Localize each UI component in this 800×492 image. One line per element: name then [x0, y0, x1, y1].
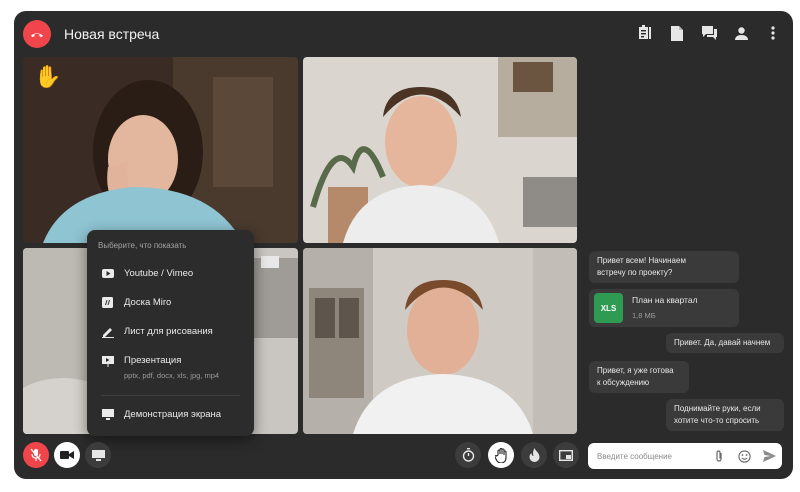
timer-button[interactable]: [455, 442, 481, 468]
share-option-presentation[interactable]: Презентация pptx, pdf, docx, xls, jpg, m…: [101, 355, 219, 380]
video-tile-participant-2[interactable]: [303, 57, 577, 243]
video-tile-participant-4[interactable]: [303, 248, 577, 434]
mic-off-icon: [30, 448, 42, 462]
chat-message-line: к обсуждению: [597, 378, 650, 387]
mic-toggle-button[interactable]: [23, 442, 49, 468]
end-call-icon: [31, 33, 43, 38]
share-option-label: Презентация: [124, 355, 182, 366]
meeting-title: Новая встреча: [64, 26, 160, 42]
end-call-button[interactable]: [23, 20, 51, 48]
participant-1-video: [23, 57, 298, 243]
share-option-label: Youtube / Vimeo: [124, 268, 194, 279]
share-menu-heading: Выберите, что показать: [98, 241, 187, 250]
meeting-window: Новая встреча ✋ Выберите, что показать Y…: [14, 11, 793, 479]
header-toolbar: [637, 24, 781, 42]
board-icon: [101, 296, 114, 309]
reactions-button[interactable]: [521, 442, 547, 468]
share-option-miro[interactable]: Доска Miro: [101, 297, 171, 309]
share-option-label: Демонстрация экрана: [124, 409, 222, 420]
share-option-youtube[interactable]: Youtube / Vimeo: [101, 268, 193, 280]
timer-icon: [462, 448, 474, 462]
person-icon[interactable]: [733, 24, 749, 42]
camera-toggle-button[interactable]: [54, 442, 80, 468]
chat-message-4: Привет, я уже готова к обсуждению: [589, 361, 689, 393]
monitor-icon: [101, 408, 114, 421]
chat-file-attachment[interactable]: XLS План на квартал 1,8 МБ: [589, 289, 739, 327]
more-vert-icon[interactable]: [765, 24, 781, 42]
share-content-menu: Выберите, что показать Youtube / Vimeo Д…: [87, 230, 254, 436]
raised-hand-badge: ✋: [34, 64, 62, 89]
chat-message-input[interactable]: [595, 447, 705, 465]
video-tile-participant-1[interactable]: ✋: [23, 57, 298, 243]
chat-message-5: Поднимайте руки, если хотите что-то спро…: [666, 399, 784, 431]
play-icon: [101, 267, 114, 280]
chat-message-1: Привет всем! Начинаем встречу по проекту…: [589, 251, 739, 283]
share-option-screen[interactable]: Демонстрация экрана: [101, 409, 221, 421]
participant-2-video: [303, 57, 577, 243]
raise-hand-icon: [494, 447, 507, 463]
presentation-formats: pptx, pdf, docx, xls, jpg, mp4: [124, 371, 220, 380]
xls-file-icon: XLS: [594, 293, 623, 323]
presentation-icon: [101, 354, 114, 367]
chat-icon[interactable]: [701, 24, 717, 42]
chat-message-line: Привет, я уже готова: [597, 366, 674, 375]
chat-message-line: Поднимайте руки, если: [674, 404, 761, 413]
emoji-icon[interactable]: [737, 449, 751, 463]
document-icon[interactable]: [669, 24, 685, 42]
pip-button[interactable]: [553, 442, 579, 468]
fire-icon: [529, 448, 539, 462]
file-size: 1,8 МБ: [632, 311, 656, 320]
raise-hand-button[interactable]: [488, 442, 514, 468]
chat-message-3: Привет. Да, давай начнем: [666, 333, 784, 353]
attach-icon[interactable]: [712, 449, 726, 463]
pencil-icon: [101, 325, 114, 338]
chat-message-line: Привет всем! Начинаем: [597, 256, 686, 265]
share-option-label: Лист для рисования: [124, 326, 213, 337]
participant-4-video: [303, 248, 577, 434]
share-option-drawing[interactable]: Лист для рисования: [101, 326, 213, 338]
screen-share-button[interactable]: [85, 442, 111, 468]
file-name: План на квартал: [632, 295, 698, 305]
send-icon[interactable]: [762, 449, 776, 463]
chat-message-line: Привет. Да, давай начнем: [674, 338, 771, 347]
chat-input-bar: [588, 443, 782, 469]
share-option-label: Доска Miro: [124, 297, 172, 308]
camera-icon: [60, 451, 74, 459]
picture-in-picture-icon: [559, 449, 573, 461]
notes-icon[interactable]: [637, 24, 653, 42]
chat-message-line: хотите что-то спросить: [674, 416, 760, 425]
menu-divider: [101, 395, 240, 396]
chat-message-line: встречу по проекту?: [597, 268, 673, 277]
screen-share-icon: [91, 449, 105, 461]
